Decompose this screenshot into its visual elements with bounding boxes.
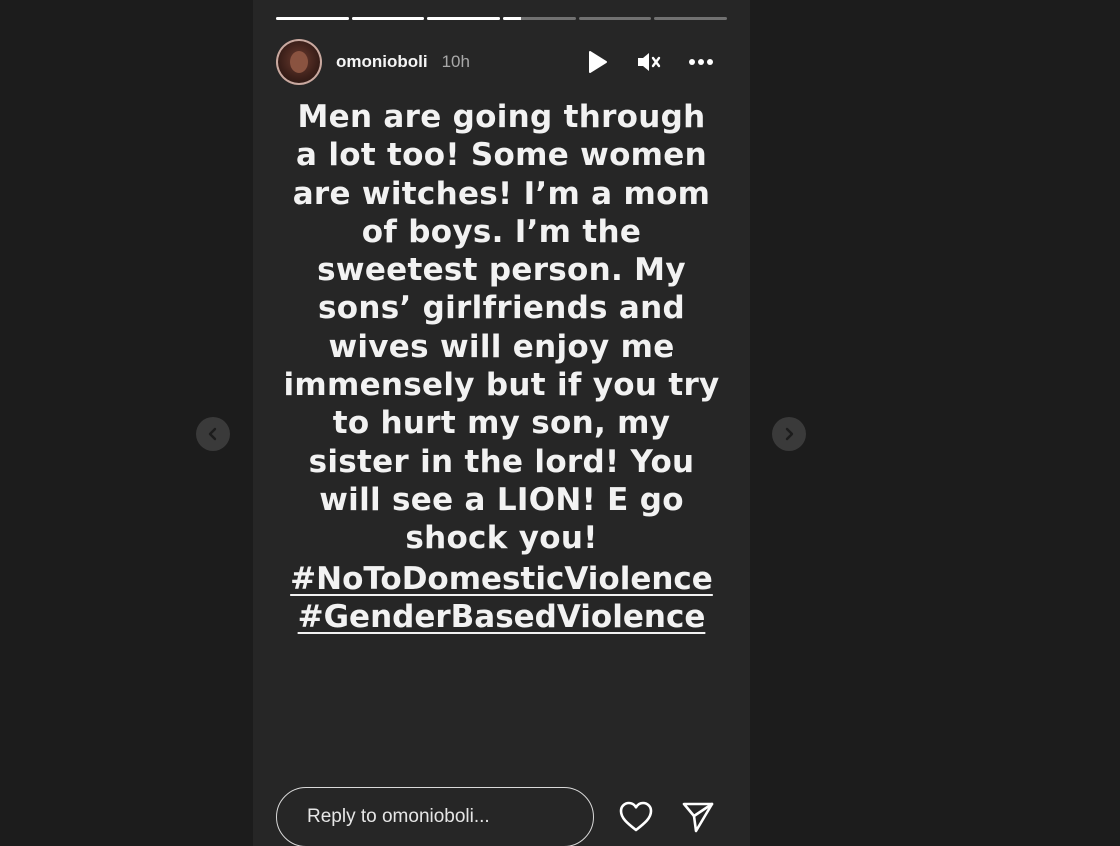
progress-segment-fill <box>427 17 501 20</box>
previous-story-button[interactable] <box>196 417 230 451</box>
username[interactable]: omonioboli <box>336 52 428 72</box>
footer-actions <box>618 799 716 835</box>
chevron-left-icon <box>208 427 217 441</box>
play-button[interactable] <box>583 48 611 76</box>
progress-segment <box>351 17 425 20</box>
story-viewer: omonioboli 10h Men are going through a l… <box>0 0 1120 846</box>
hashtag-link[interactable]: #GenderBasedViolence <box>298 598 706 636</box>
like-button[interactable] <box>618 799 654 835</box>
story-footer <box>276 786 727 846</box>
heart-icon <box>619 801 653 832</box>
story-progress-bar <box>276 17 728 20</box>
progress-segment-fill <box>276 17 349 20</box>
story-text: Men are going through a lot too! Some wo… <box>283 99 720 557</box>
mute-button[interactable] <box>635 48 663 76</box>
progress-segment <box>654 17 728 20</box>
avatar[interactable] <box>276 39 322 85</box>
post-time: 10h <box>441 52 470 71</box>
more-options-button[interactable] <box>687 48 715 76</box>
play-icon <box>589 51 607 73</box>
progress-segment-fill <box>351 17 425 20</box>
reply-input[interactable] <box>276 787 594 846</box>
story-card[interactable]: omonioboli 10h Men are going through a l… <box>253 0 750 846</box>
progress-segment <box>578 17 652 20</box>
hashtag-list: #NoToDomesticViolence #GenderBasedViolen… <box>273 560 730 637</box>
chevron-right-icon <box>785 427 794 441</box>
progress-segment-fill <box>503 17 522 20</box>
send-icon <box>682 802 714 833</box>
muted-speaker-icon <box>638 53 661 71</box>
progress-segment <box>276 17 349 20</box>
more-horizontal-icon <box>689 59 713 65</box>
share-button[interactable] <box>680 799 716 835</box>
story-header: omonioboli 10h <box>276 38 727 86</box>
progress-segment <box>503 17 576 20</box>
progress-segment <box>427 17 501 20</box>
story-controls <box>583 48 715 76</box>
hashtag-link[interactable]: #NoToDomesticViolence <box>290 560 713 598</box>
next-story-button[interactable] <box>772 417 806 451</box>
